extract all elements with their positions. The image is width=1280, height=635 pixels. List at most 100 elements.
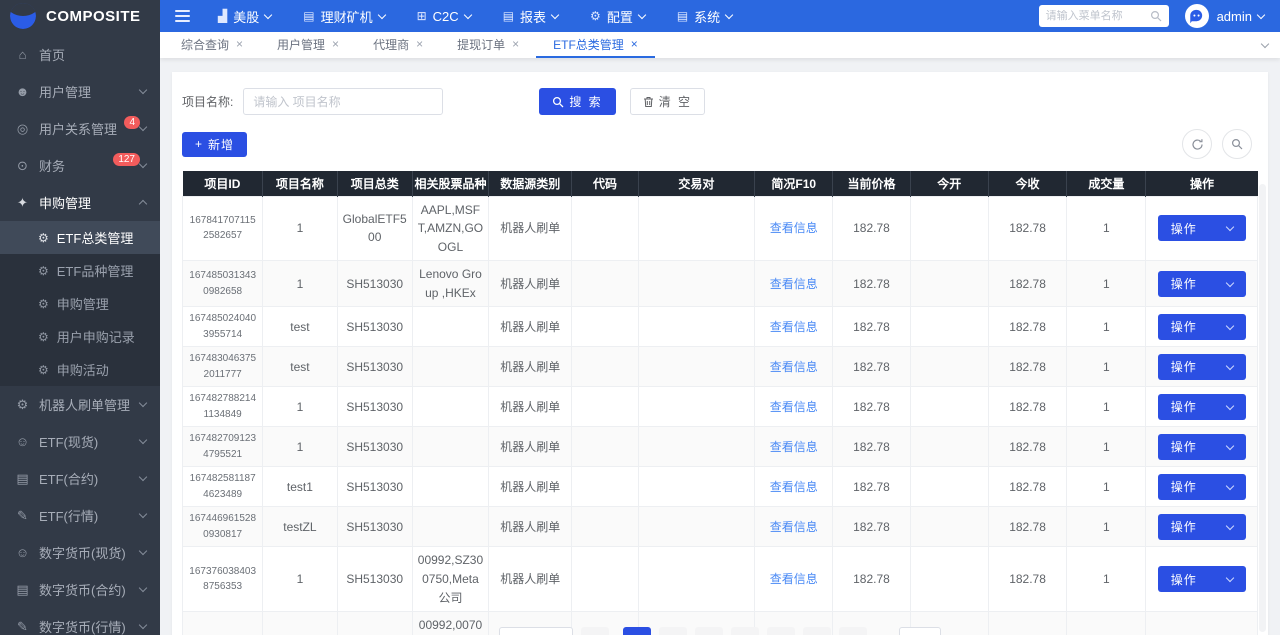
topnav-item-2[interactable]: ⊞C2C [417,7,471,26]
cell-category: SH513030 [337,347,412,387]
sidebar-subitem-2[interactable]: ⚙申购管理 [0,287,160,320]
sidebar-item-6[interactable]: ☺ETF(现货) [0,423,160,460]
column-header: 项目ID [183,171,263,196]
sidebar-item-8[interactable]: ✎ETF(行情) [0,497,160,534]
view-info-link[interactable]: 查看信息 [770,277,818,291]
tab-4[interactable]: ETF总类管理× [536,32,655,58]
cell-price: 182.78 [833,347,910,387]
etf-table: 项目ID项目名称项目总类相关股票品种数据源类别代码交易对简况F10当前价格今开今… [182,171,1258,635]
table-scrollbar[interactable] [1259,184,1266,632]
action-dropdown-button[interactable]: 操作 [1158,474,1246,500]
cell-price: 182.78 [833,547,910,612]
refresh-button[interactable] [1182,129,1212,159]
action-dropdown-button[interactable]: 操作 [1158,354,1246,380]
sidebar-item-3[interactable]: ⊙财务127 [0,147,160,184]
action-dropdown-button[interactable]: 操作 [1158,394,1246,420]
add-button[interactable]: + 新增 [182,132,247,157]
cell-name: 1 [263,261,337,307]
view-info-link[interactable]: 查看信息 [770,520,818,534]
action-dropdown-button[interactable]: 操作 [1158,434,1246,460]
sidebar-subitem-1[interactable]: ⚙ETF品种管理 [0,254,160,287]
page-button-3[interactable]: 3 [695,627,723,635]
view-info-link[interactable]: 查看信息 [770,400,818,414]
page-button-2[interactable]: 2 [659,627,687,635]
user-relation-icon: ◎ [14,121,31,137]
menu-search-input[interactable] [1046,10,1150,22]
page-button-7[interactable]: 7 [839,627,867,635]
sidebar-subitem-4[interactable]: ⚙申购活动 [0,353,160,386]
hamburger-menu-icon[interactable] [175,7,190,25]
tab-bar: 综合查询×用户管理×代理商×提现订单×ETF总类管理× [160,32,1280,58]
chevron-down-icon [1225,574,1233,582]
search-button[interactable]: 搜 索 [539,88,615,115]
table-search-button[interactable] [1222,129,1252,159]
page-jump-input[interactable] [899,627,941,635]
cell-link: 查看信息 [755,427,833,467]
cell-price: 182.78 [833,507,910,547]
action-dropdown-button[interactable]: 操作 [1158,314,1246,340]
topnav-item-0[interactable]: ▟美股 [218,7,271,26]
sidebar-item-5[interactable]: ⚙机器人刷单管理 [0,386,160,423]
action-dropdown-button[interactable]: 操作 [1158,215,1246,241]
page-button-5[interactable]: 5 [767,627,795,635]
sidebar-item-0[interactable]: ⌂首页 [0,36,160,73]
view-info-link[interactable]: 查看信息 [770,221,818,235]
sidebar-item-9[interactable]: ☺数字货币(现货) [0,534,160,571]
sidebar-subitem-0[interactable]: ⚙ETF总类管理 [0,221,160,254]
cell-price: 182.78 [833,427,910,467]
sidebar-item-4[interactable]: ✦申购管理 [0,184,160,221]
topnav-item-4[interactable]: ⚙配置 [590,7,645,26]
action-dropdown-button[interactable]: 操作 [1158,566,1246,592]
view-info-link[interactable]: 查看信息 [770,480,818,494]
tab-label: 用户管理 [277,36,325,53]
search-icon [1150,10,1162,22]
tab-2[interactable]: 代理商× [356,32,440,58]
view-info-link[interactable]: 查看信息 [770,440,818,454]
sidebar-subitem-3[interactable]: ⚙用户申购记录 [0,320,160,353]
project-name-label: 项目名称: [182,93,233,110]
prev-page-button[interactable]: ‹ [581,627,609,635]
close-icon[interactable]: × [631,37,638,51]
tab-1[interactable]: 用户管理 × [260,32,356,58]
cell-open [910,507,988,547]
page-button-6[interactable]: 6 [803,627,831,635]
tab-3[interactable]: 提现订单× [440,32,536,58]
topnav-item-3[interactable]: ▤报表 [503,7,558,26]
topnav-item-5[interactable]: ▤系统 [677,7,732,26]
page-size-select[interactable] [499,627,573,635]
cell-open [910,427,988,467]
page-button-1[interactable]: 1 [623,627,651,635]
view-info-link[interactable]: 查看信息 [770,320,818,334]
chevron-down-icon [377,10,385,18]
clear-button[interactable]: 清 空 [630,88,705,115]
cell-link: 查看信息 [755,347,833,387]
cell-category: SH513030 [337,427,412,467]
view-info-link[interactable]: 查看信息 [770,572,818,586]
close-icon[interactable]: × [512,37,519,51]
user-avatar[interactable] [1185,4,1209,28]
table-row: 16748270912347955211SH513030机器人刷单查看信息182… [183,427,1258,467]
close-icon[interactable]: × [416,37,423,51]
sidebar-item-2[interactable]: ◎用户关系管理4 [0,110,160,147]
action-dropdown-button[interactable]: 操作 [1158,271,1246,297]
action-label: 操作 [1171,275,1197,292]
action-dropdown-button[interactable]: 操作 [1158,514,1246,540]
chevron-down-icon [139,160,147,168]
user-menu-chevron-icon[interactable] [1257,10,1265,18]
view-info-link[interactable]: 查看信息 [770,360,818,374]
sidebar-menu: ⌂首页☻用户管理◎用户关系管理4⊙财务127✦申购管理⚙ETF总类管理⚙ETF品… [0,36,160,635]
username[interactable]: admin [1217,9,1252,24]
menu-search[interactable] [1039,5,1169,27]
sidebar-item-7[interactable]: ▤ETF(合约) [0,460,160,497]
topnav-item-1[interactable]: ▤理财矿机 [303,7,384,26]
close-icon[interactable]: × [332,37,339,51]
sidebar-item-10[interactable]: ▤数字货币(合约) [0,571,160,608]
page-button-4[interactable]: 4 [731,627,759,635]
close-icon[interactable]: × [236,37,243,51]
tab-0[interactable]: 综合查询× [164,32,260,58]
crescent-logo-icon [10,3,36,29]
sidebar-item-1[interactable]: ☻用户管理 [0,73,160,110]
sidebar-item-11[interactable]: ✎数字货币(行情) [0,608,160,635]
project-name-input[interactable] [243,88,443,115]
tab-overflow-chevron-icon[interactable] [1261,39,1269,47]
